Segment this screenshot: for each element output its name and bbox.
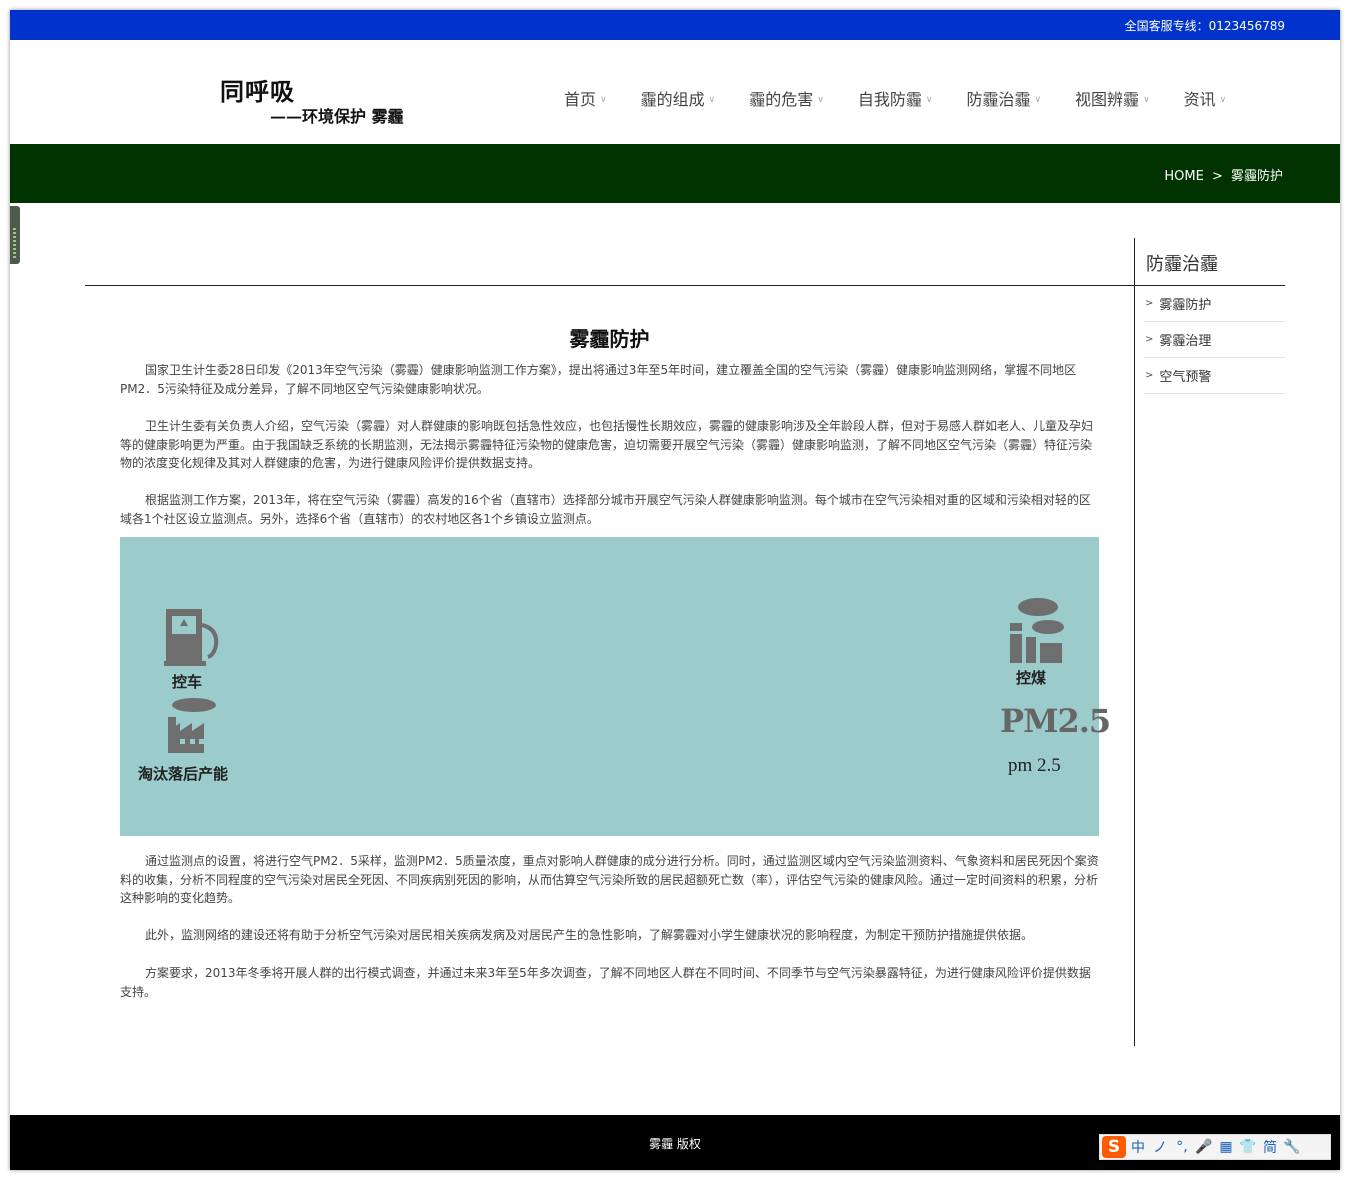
nav-label: 视图辨霾 — [1075, 90, 1140, 109]
chevron-down-icon: ∨ — [1219, 94, 1227, 105]
article-banner-image: 控车 淘汰落后产能 控煤 PM2.5 pm 2.5 — [120, 537, 1111, 836]
nav-item-hazards[interactable]: 霾的危害 ∨ — [749, 86, 824, 110]
main-nav: 首页 ∨ 霾的组成 ∨ 霾的危害 ∨ 自我防霾 ∨ 防霾治霾 ∨ 视图辨霾 ∨ 资讯 ∨ — [564, 86, 1226, 110]
chevron-down-icon: ∨ — [1143, 94, 1150, 105]
sidebar-item-treatment[interactable]: > 雾霾治理 — [1144, 322, 1285, 358]
chevron-down-icon: ∨ — [600, 94, 607, 105]
pm25-caption: pm 2.5 — [1008, 755, 1061, 776]
sidebar-item-label: 雾霾治理 — [1159, 334, 1212, 349]
nav-label: 霾的组成 — [640, 90, 705, 109]
top-bar: 全国客服专线：0123456789 — [10, 10, 1340, 40]
article-paragraph: 方案要求，2013年冬季将开展人群的出行模式调查，并通过未来3年至5年多次调查，… — [120, 966, 1091, 999]
ime-microphone-icon[interactable]: 🎤 — [1194, 1139, 1214, 1155]
ime-moon-icon[interactable]: ノ — [1150, 1137, 1170, 1157]
factory-icon — [168, 698, 216, 753]
nav-item-home[interactable]: 首页 ∨ — [564, 86, 607, 110]
chevron-right-icon: > — [1145, 298, 1154, 309]
nav-item-prevention[interactable]: 防霾治霾 ∨ — [966, 86, 1041, 110]
chevron-right-icon: > — [1145, 370, 1154, 381]
ime-punctuation-icon[interactable]: °, — [1172, 1139, 1192, 1155]
chevron-down-icon: ∨ — [708, 94, 716, 105]
nav-label: 防霾治霾 — [966, 90, 1031, 109]
ime-simplified-icon[interactable]: 简 — [1260, 1137, 1280, 1157]
sidebar-title: 防霾治霾 — [1146, 254, 1218, 275]
chevron-down-icon: ∨ — [925, 94, 933, 105]
sidebar-item-label: 雾霾防护 — [1159, 298, 1212, 313]
breadcrumb-home-link[interactable]: HOME — [1164, 169, 1203, 184]
pm25-graphic-text: PM2.5 — [1000, 702, 1111, 740]
ime-keyboard-icon[interactable]: ▦ — [1216, 1139, 1236, 1155]
nav-item-composition[interactable]: 霾的组成 ∨ — [641, 86, 716, 110]
ime-settings-icon[interactable]: 🔧 — [1282, 1139, 1302, 1155]
ime-skin-icon[interactable]: 👕 — [1238, 1139, 1258, 1155]
article-paragraph: 根据监测工作方案，2013年，将在空气污染（雾霾）高发的16个省（直辖市）选择部… — [120, 493, 1091, 526]
nav-item-gallery[interactable]: 视图辨霾 ∨ — [1075, 86, 1150, 110]
chevron-right-icon: > — [1145, 334, 1154, 345]
label-car-control: 控车 — [172, 673, 203, 691]
content-divider-vertical — [1134, 238, 1135, 1046]
breadcrumb: HOME > 雾霾防护 — [1162, 165, 1285, 184]
sidebar-menu: > 雾霾防护 > 雾霾治理 > 空气预警 — [1144, 286, 1285, 394]
sidebar-item-label: 空气预警 — [1159, 370, 1212, 385]
article-paragraph: 国家卫生计生委28日印发《2013年空气污染（雾霾）健康影响监测工作方案》，提出… — [120, 363, 1077, 396]
logo-line1: 同呼吸 — [220, 77, 295, 106]
nav-label: 霾的危害 — [749, 90, 814, 109]
content-divider-horizontal — [85, 285, 1285, 286]
breadcrumb-separator: > — [1211, 169, 1223, 184]
nav-item-self-protection[interactable]: 自我防霾 ∨ — [858, 86, 933, 110]
coal-plant-icon — [1010, 598, 1064, 663]
article-title: 雾霾防护 — [569, 327, 650, 351]
nav-label: 自我防霾 — [857, 90, 922, 109]
article-paragraph: 此外，监测网络的建设还将有助于分析空气污染对居民相关疾病发病及对居民产生的急性影… — [145, 928, 1034, 942]
sogou-logo-icon[interactable]: S — [1102, 1136, 1126, 1158]
breadcrumb-current: 雾霾防护 — [1230, 169, 1283, 184]
side-drag-handle[interactable] — [10, 206, 20, 264]
chevron-down-icon: ∨ — [817, 94, 824, 105]
chevron-down-icon: ∨ — [1034, 94, 1042, 105]
logo-line2: ——环境保护 雾霾 — [270, 107, 404, 126]
page-frame: 全国客服专线：0123456789 同呼吸 ——环境保护 雾霾 首页 ∨ 霾的组成… — [10, 10, 1340, 1170]
article-paragraph: 卫生计生委有关负责人介绍，空气污染（雾霾）对人群健康的影响既包括急性效应，也包括… — [120, 419, 1094, 470]
label-coal-control: 控煤 — [1016, 669, 1047, 687]
article-paragraph: 通过监测点的设置，将进行空气PM2．5采样，监测PM2．5质量浓度，重点对影响人… — [120, 854, 1099, 905]
sidebar-item-protection[interactable]: > 雾霾防护 — [1144, 286, 1285, 322]
label-phase-out-capacity: 淘汰落后产能 — [138, 765, 229, 783]
sidebar-item-air-warning[interactable]: > 空气预警 — [1144, 358, 1285, 394]
fuel-pump-icon — [164, 609, 219, 666]
header: 同呼吸 ——环境保护 雾霾 首页 ∨ 霾的组成 ∨ 霾的危害 ∨ 自我防霾 ∨ 防霾治霾… — [10, 40, 1340, 144]
nav-label: 资讯 — [1183, 90, 1216, 109]
ime-chinese-mode-icon[interactable]: 中 — [1128, 1137, 1148, 1157]
nav-label: 首页 — [564, 90, 597, 109]
nav-item-news[interactable]: 资讯 ∨ — [1184, 86, 1227, 110]
breadcrumb-bar: HOME > 雾霾防护 — [10, 144, 1340, 203]
site-logo[interactable]: 同呼吸 ——环境保护 雾霾 — [220, 72, 470, 132]
service-hotline: 全国客服专线：0123456789 — [1124, 19, 1285, 33]
ime-toolbar: S 中 ノ °, 🎤 ▦ 👕 简 🔧 — [1099, 1134, 1331, 1160]
